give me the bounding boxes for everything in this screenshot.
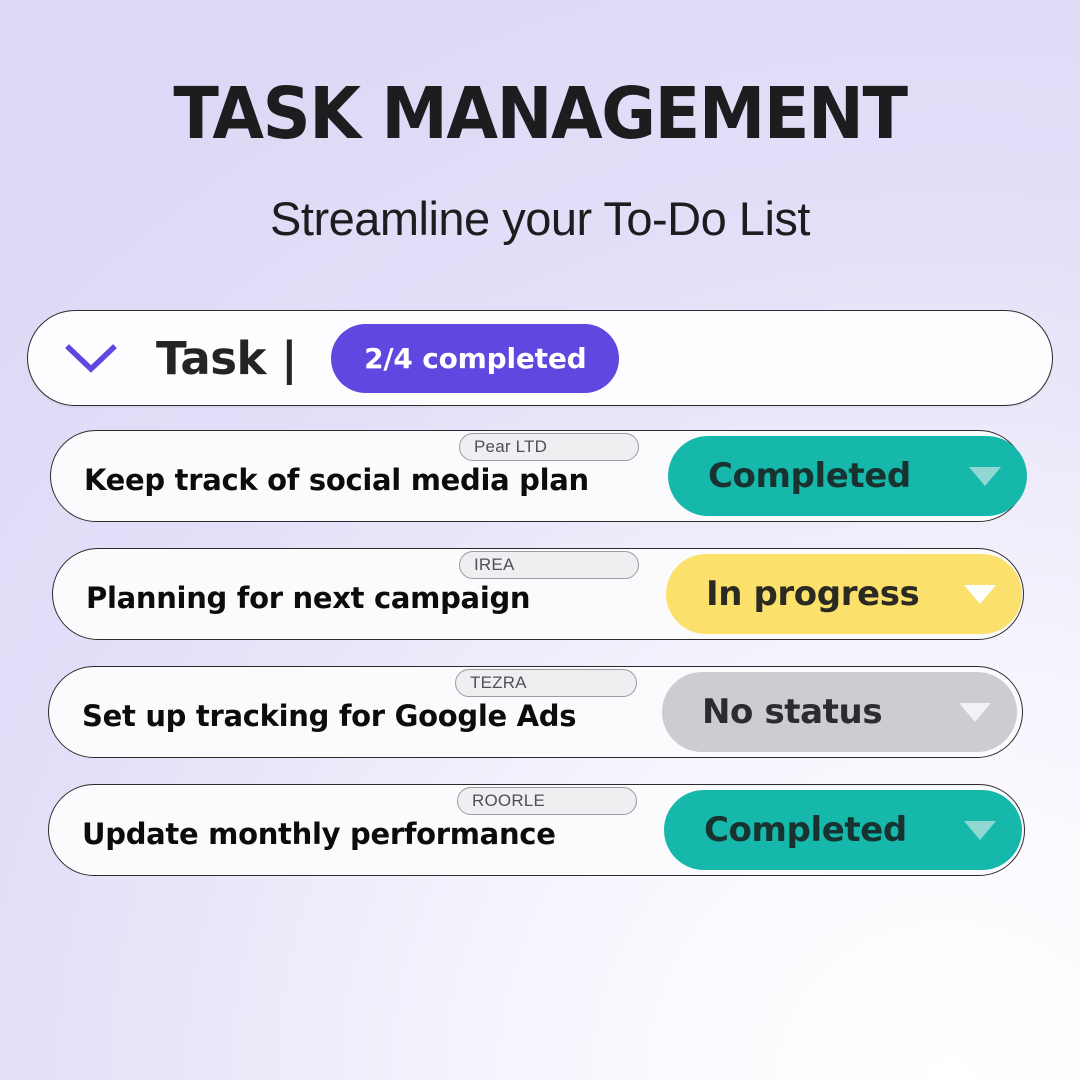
chevron-down-icon[interactable] [969,466,1001,486]
status-label: Completed [704,810,907,850]
chevron-down-icon[interactable] [964,584,996,604]
chevron-down-icon[interactable] [959,702,991,722]
status-dropdown[interactable]: In progress [666,554,1022,634]
status-dropdown[interactable]: Completed [664,790,1022,870]
page-header: TASK MANAGEMENT Streamline your To-Do Li… [0,0,1080,242]
task-title: Planning for next campaign [86,581,531,615]
task-label: Task | [156,331,298,385]
company-tag: IREA [459,551,639,579]
company-tag: TEZRA [455,669,637,697]
task-title: Set up tracking for Google Ads [82,699,577,733]
task-row[interactable]: Planning for next campaign IREA In progres… [0,548,1080,640]
chevron-down-icon[interactable] [964,820,996,840]
chevron-down-icon[interactable] [64,341,118,375]
task-count-badge: 2/4 completed [331,323,620,393]
status-label: Completed [708,456,911,496]
task-management-page: TASK MANAGEMENT Streamline your To-Do Li… [0,0,1080,1080]
task-row[interactable]: Keep track of social media plan Pear LTD C… [0,430,1080,522]
status-dropdown[interactable]: Completed [668,436,1027,516]
page-title: TASK MANAGEMENT [173,72,908,155]
task-header-bar[interactable]: Task | 2/4 completed [27,310,1053,406]
status-label: No status [702,692,883,732]
task-title: Update monthly performance [82,817,556,851]
page-subtitle: Streamline your To-Do List [270,192,810,245]
task-title: Keep track of social media plan [84,463,589,497]
company-tag: Pear LTD [459,433,639,461]
status-dropdown[interactable]: No status [662,672,1017,752]
task-row[interactable]: Set up tracking for Google Ads TEZRA No st… [0,666,1080,758]
company-tag: ROORLE [457,787,637,815]
status-label: In progress [706,574,920,614]
task-row[interactable]: Update monthly performance ROORLE Complete… [0,784,1080,876]
task-list: Keep track of social media plan Pear LTD C… [0,430,1080,902]
